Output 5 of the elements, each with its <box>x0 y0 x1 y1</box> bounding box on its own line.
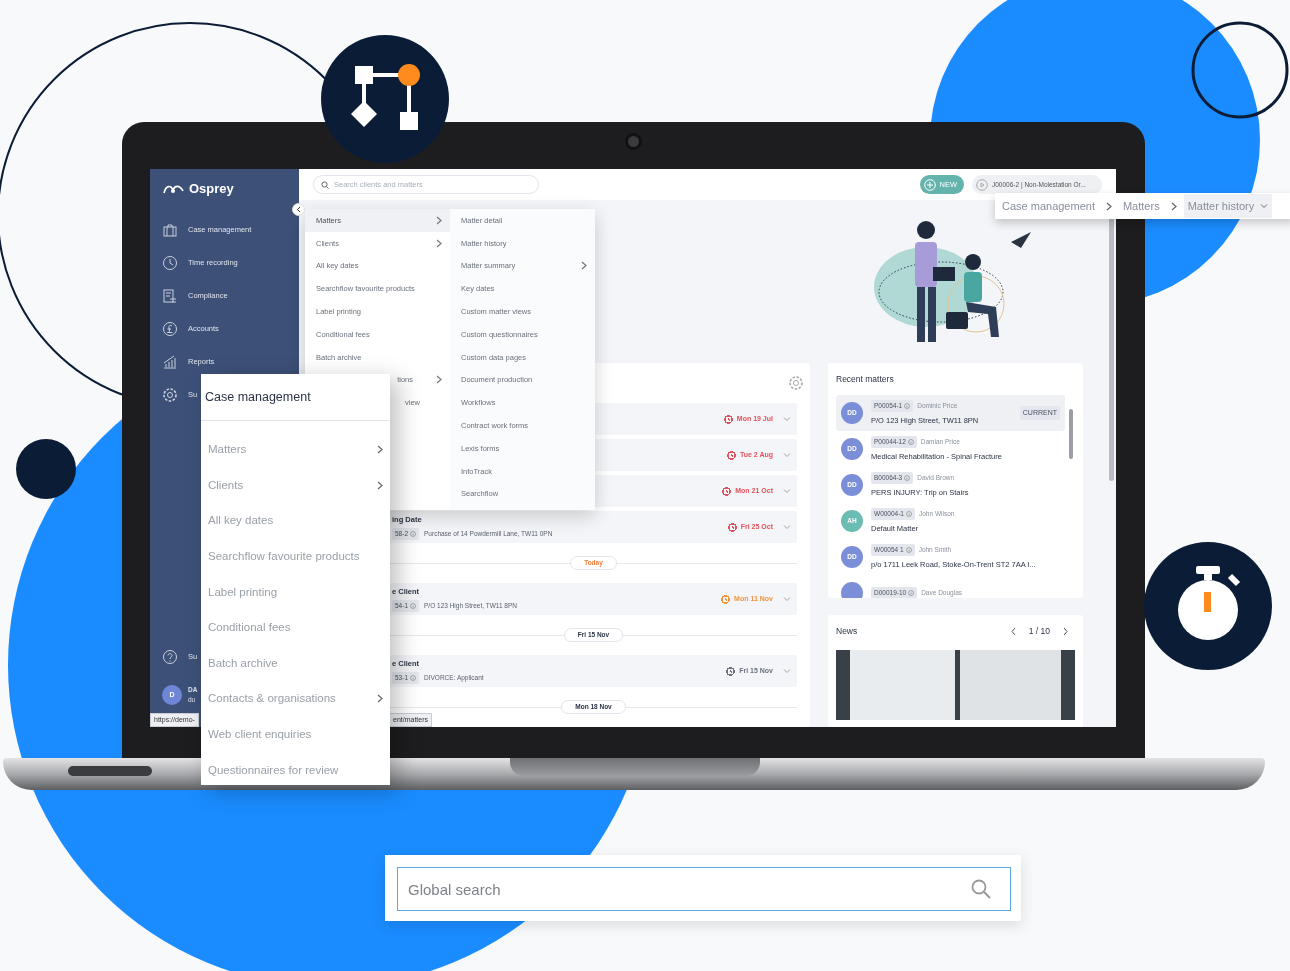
menu-title: Case management <box>201 374 390 421</box>
app-logo: Osprey <box>189 180 234 198</box>
news-pager: 1 / 10 <box>1028 625 1050 638</box>
card-title: Recent matters <box>836 373 895 386</box>
card-title: News <box>836 625 858 638</box>
